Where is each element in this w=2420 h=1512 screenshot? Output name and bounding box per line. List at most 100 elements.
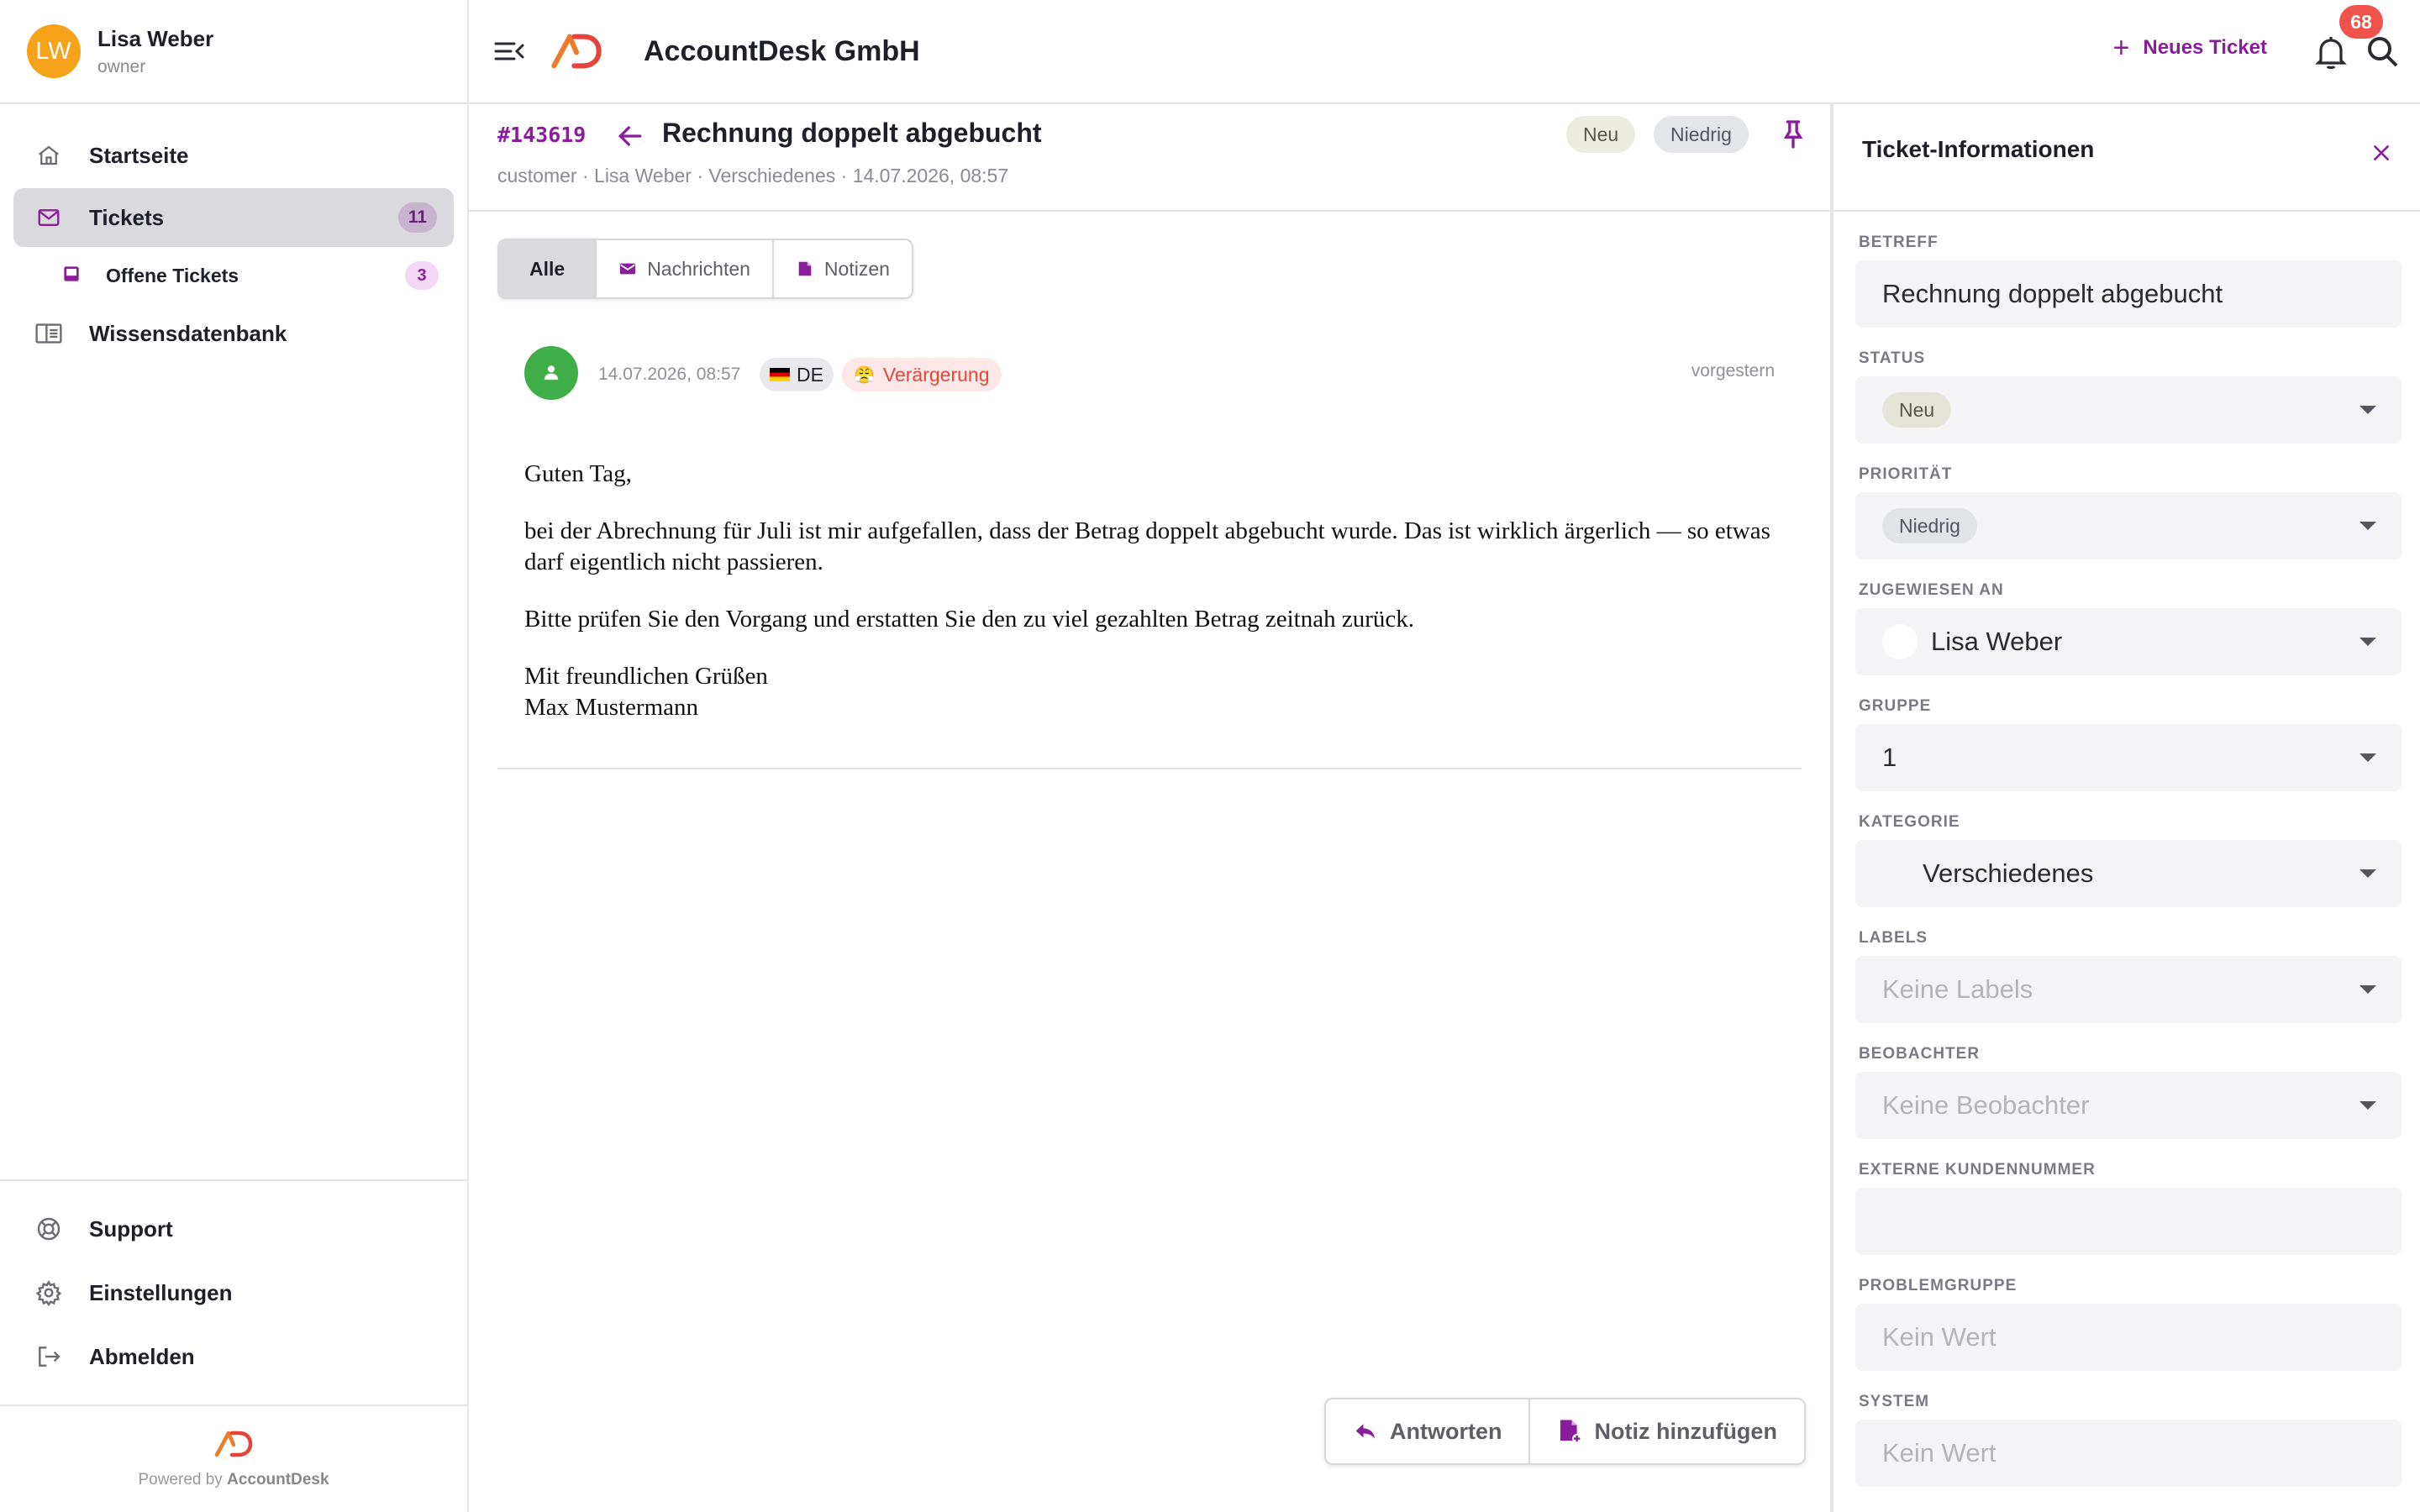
watchers-select[interactable]: Keine Beobachter xyxy=(1855,1072,2402,1139)
sidebar-footer: Powered by AccountDesk xyxy=(0,1404,467,1512)
sidebar-item-label: Tickets xyxy=(89,204,165,230)
sidebar-item-label: Startseite xyxy=(89,142,189,168)
message-paragraph: Bitte prüfen Sie den Vorgang und erstatt… xyxy=(524,606,1414,633)
field-system: SYSTEM Kein Wert xyxy=(1855,1393,2402,1487)
chevron-down-icon xyxy=(2360,753,2376,762)
sidebar-item-label: Offene Tickets xyxy=(106,264,239,286)
group-select[interactable]: 1 xyxy=(1855,724,2402,791)
user-name: Lisa Weber xyxy=(97,25,214,51)
customer-avatar-icon xyxy=(524,346,578,400)
inbox-icon xyxy=(60,263,82,289)
field-gruppe: GRUPPE 1 xyxy=(1855,697,2402,791)
reply-actions: Antworten Notiz hinzufügen xyxy=(1324,1398,1806,1465)
category-select[interactable]: Verschiedenes xyxy=(1855,840,2402,907)
gear-icon xyxy=(34,1278,64,1308)
message-relative-time: vorgestern xyxy=(1691,361,1775,381)
sidebar: LW Lisa Weber owner Startseite Tickets 1… xyxy=(0,0,469,1512)
mail-icon xyxy=(34,202,64,233)
field-betreff: BETREFF Rechnung doppelt abgebucht xyxy=(1855,234,2402,328)
priority-badge: Niedrig xyxy=(1654,116,1749,153)
main-nav: Startseite Tickets 11 Offene Tickets 3 W… xyxy=(0,104,467,363)
sentiment-badge: 😤 Verärgerung xyxy=(842,358,1002,391)
field-status: STATUS Neu xyxy=(1855,349,2402,444)
sidebar-item-startseite[interactable]: Startseite xyxy=(13,126,454,185)
back-arrow-icon[interactable] xyxy=(613,119,647,153)
language-badge: DE xyxy=(760,358,834,391)
chevron-down-icon xyxy=(2360,406,2376,414)
flag-de-icon xyxy=(770,368,790,381)
conversation-filter-tabs: Alle Nachrichten Notizen xyxy=(497,239,913,299)
sidebar-item-einstellungen[interactable]: Einstellungen xyxy=(13,1262,454,1324)
sidebar-item-abmelden[interactable]: Abmelden xyxy=(13,1326,454,1388)
note-add-icon xyxy=(1560,1420,1582,1444)
ticket-info-panel: Ticket-Informationen BETREFF Rechnung do… xyxy=(1830,104,2420,1512)
note-icon xyxy=(798,261,812,276)
reply-button[interactable]: Antworten xyxy=(1326,1399,1531,1463)
subject-input[interactable]: Rechnung doppelt abgebucht xyxy=(1855,260,2402,328)
angry-face-icon: 😤 xyxy=(854,365,875,385)
reply-icon xyxy=(1355,1424,1376,1439)
sidebar-item-tickets[interactable]: Tickets 11 xyxy=(13,188,454,247)
assignee-avatar xyxy=(1882,624,1918,659)
system-input[interactable]: Kein Wert xyxy=(1855,1420,2402,1487)
ticket-id[interactable]: #143619 xyxy=(497,123,586,147)
chevron-down-icon xyxy=(2360,869,2376,878)
status-badge: Neu xyxy=(1566,116,1636,153)
new-ticket-label: Neues Ticket xyxy=(2143,36,2267,59)
message-body: Guten Tag, bei der Abrechnung für Juli i… xyxy=(524,459,1785,749)
tickets-count-badge: 11 xyxy=(398,202,437,233)
company-name: AccountDesk GmbH xyxy=(644,34,920,67)
group-value: 1 xyxy=(1882,743,1897,772)
sidebar-item-label: Abmelden xyxy=(89,1343,195,1369)
sidebar-item-label: Einstellungen xyxy=(89,1279,233,1305)
tab-nachrichten[interactable]: Nachrichten xyxy=(597,240,774,297)
sidebar-item-wissensdatenbank[interactable]: Wissensdatenbank xyxy=(13,304,454,363)
brand-logo-icon xyxy=(213,1430,254,1462)
user-role: owner xyxy=(97,56,146,76)
logout-icon xyxy=(34,1341,64,1372)
close-icon[interactable] xyxy=(2360,131,2403,175)
assignee-select[interactable]: Lisa Weber xyxy=(1855,608,2402,675)
ticket-meta: customer · Lisa Weber · Verschiedenes · … xyxy=(497,165,1009,186)
sidebar-bottom-nav: Support Einstellungen Abmelden xyxy=(0,1179,467,1389)
message-item: 14.07.2026, 08:57 DE 😤 Verärgerung vorge… xyxy=(497,336,1802,769)
lifebuoy-icon xyxy=(34,1214,64,1244)
pin-icon[interactable] xyxy=(1776,118,1810,151)
priority-select[interactable]: Niedrig xyxy=(1855,492,2402,559)
topbar: AccountDesk GmbH + Neues Ticket 68 xyxy=(469,0,2420,104)
tab-notizen[interactable]: Notizen xyxy=(774,240,912,297)
sidebar-item-offene-tickets[interactable]: Offene Tickets 3 xyxy=(13,250,454,301)
field-labels: LABELS Keine Labels xyxy=(1855,929,2402,1023)
chevron-down-icon xyxy=(2360,1101,2376,1110)
powered-by: Powered by AccountDesk xyxy=(138,1470,329,1488)
priority-value: Niedrig xyxy=(1882,508,1977,543)
chevron-down-icon xyxy=(2360,638,2376,646)
field-beobachter: BEOBACHTER Keine Beobachter xyxy=(1855,1045,2402,1139)
open-tickets-count-badge: 3 xyxy=(405,261,439,290)
user-profile[interactable]: LW Lisa Weber owner xyxy=(0,0,467,104)
menu-collapse-icon[interactable] xyxy=(489,31,529,71)
chevron-down-icon xyxy=(2360,985,2376,994)
search-icon[interactable] xyxy=(2363,32,2403,72)
new-ticket-button[interactable]: + Neues Ticket xyxy=(2113,34,2268,62)
ticket-title: Rechnung doppelt abgebucht xyxy=(662,118,1042,148)
sidebar-item-label: Support xyxy=(89,1215,173,1242)
problem-group-input[interactable]: Kein Wert xyxy=(1855,1304,2402,1371)
field-externe-kundennummer: EXTERNE KUNDENNUMMER xyxy=(1855,1161,2402,1255)
category-value: Verschiedenes xyxy=(1923,858,2094,888)
field-problemgruppe: PROBLEMGRUPPE Kein Wert xyxy=(1855,1277,2402,1371)
add-note-button[interactable]: Notiz hinzufügen xyxy=(1530,1399,1803,1463)
ticket-header: #143619 Rechnung doppelt abgebucht custo… xyxy=(469,104,1832,212)
bell-icon[interactable] xyxy=(2311,32,2351,72)
panel-title: Ticket-Informationen xyxy=(1862,136,2095,162)
external-customer-number-input[interactable] xyxy=(1855,1188,2402,1255)
tab-alle[interactable]: Alle xyxy=(499,240,597,297)
sidebar-item-support[interactable]: Support xyxy=(13,1198,454,1260)
message-paragraph: Guten Tag, xyxy=(524,460,632,487)
labels-select[interactable]: Keine Labels xyxy=(1855,956,2402,1023)
plus-icon: + xyxy=(2112,32,2130,64)
mail-icon xyxy=(620,263,636,275)
message-date: 14.07.2026, 08:57 xyxy=(598,365,741,384)
field-prioritaet: PRIORITÄT Niedrig xyxy=(1855,465,2402,559)
status-select[interactable]: Neu xyxy=(1855,376,2402,444)
